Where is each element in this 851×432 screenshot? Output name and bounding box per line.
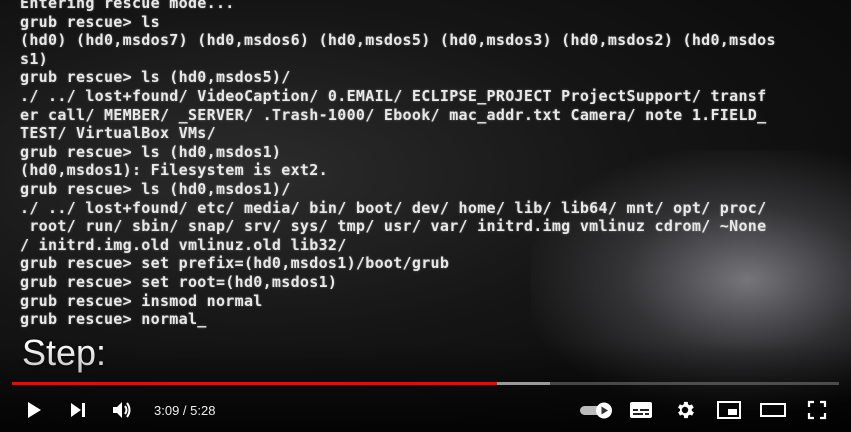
progress-bar[interactable] [12,382,839,385]
player-controls: 3:09 / 5:28 [0,392,851,428]
autoplay-toggle[interactable] [575,392,619,428]
terminal-line: grub rescue> set root=(hd0,msdos1) [20,272,338,291]
terminal-line: grub rescue> insmod normal [20,291,263,310]
fullscreen-button[interactable] [795,392,839,428]
mute-button[interactable] [100,392,144,428]
volume-icon [113,402,131,418]
subtitles-icon [630,402,652,418]
time-display: 3:09 / 5:28 [154,402,216,418]
progress-played [12,382,498,385]
theater-mode-button[interactable] [751,392,795,428]
terminal-line: root/ run/ sbin/ snap/ srv/ sys/ tmp/ us… [20,217,767,236]
terminal-line: grub rescue> ls (hd0,msdos5)/ [20,68,291,87]
next-icon [71,403,85,417]
next-button[interactable] [56,392,100,428]
terminal-line: / initrd.img.old vmlinuz.old lib32/ [20,235,347,254]
terminal-line: ./ ../ lost+found/ VideoCaption/ 0.EMAIL… [20,86,767,105]
subtitles-button[interactable] [619,392,663,428]
terminal-line: (hd0) (hd0,msdos7) (hd0,msdos6) (hd0,msd… [20,31,776,50]
terminal-line: grub rescue> ls (hd0,msdos1)/ [20,179,291,198]
miniplayer-icon [717,401,741,419]
miniplayer-button[interactable] [707,392,751,428]
autoplay-toggle-icon [580,402,612,419]
settings-button[interactable] [663,392,707,428]
video-player[interactable]: Entering rescue mode... grub rescue> ls (h… [0,0,851,432]
terminal-line: er call/ MEMBER/ _SERVER/ .Trash-1000/ E… [20,105,767,124]
theater-mode-icon [760,403,786,417]
play-icon [28,402,41,418]
terminal-line: ./ ../ lost+found/ etc/ media/ bin/ boot… [20,198,767,217]
terminal-line: grub rescue> set prefix=(hd0,msdos1)/boo… [20,254,450,273]
fullscreen-icon [807,400,827,420]
gear-icon [678,401,694,419]
terminal-cursor: _ [197,310,207,329]
terminal-line: grub rescue> normal_ [20,310,207,329]
play-button[interactable] [12,392,56,428]
terminal-line: TEST/ VirtualBox VMs/ [20,124,216,143]
terminal-line: s1) [20,49,48,68]
terminal-line: grub rescue> ls (hd0,msdos1) [20,142,282,161]
grub-rescue-terminal: Entering rescue mode... grub rescue> ls (h… [20,0,851,329]
terminal-line: grub rescue> ls [20,12,160,31]
terminal-line: (hd0,msdos1): Filesystem is ext2. [20,161,328,180]
terminal-line: Entering rescue mode... [20,0,235,12]
